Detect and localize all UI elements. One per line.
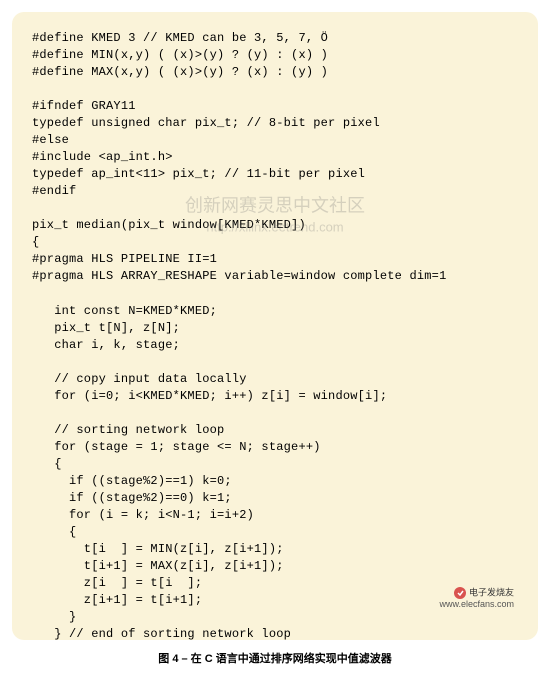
footer-logo: 电子发烧友 www.elecfans.com [439,586,514,610]
code-content: #define KMED 3 // KMED can be 3, 5, 7, Ö… [32,30,518,640]
figure-caption: 图 4 – 在 C 语言中通过排序网络实现中值滤波器 [12,650,538,666]
logo-icon [453,586,467,600]
footer-top-text: 电子发烧友 [469,587,514,597]
footer-url: www.elecfans.com [439,599,514,609]
code-block: #define KMED 3 // KMED can be 3, 5, 7, Ö… [12,12,538,640]
